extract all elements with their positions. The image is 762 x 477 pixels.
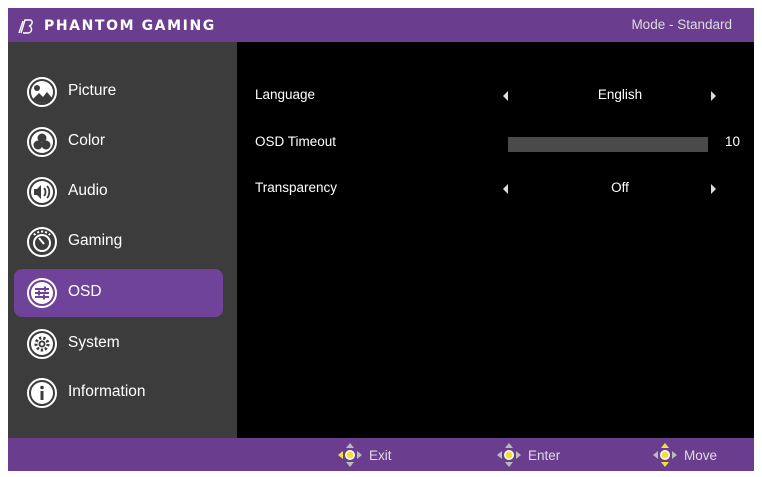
sidebar-item-osd[interactable]: OSD [14, 269, 223, 317]
osd-timeout-label: OSD Timeout [255, 134, 337, 149]
gear-icon [27, 329, 57, 359]
top-bar: PHANTOM GAMING Mode - Standard [8, 8, 754, 42]
enter-label: Enter [528, 447, 561, 463]
exit-hint: Exit [337, 442, 392, 468]
sidebar-item-audio[interactable]: Audio [14, 168, 223, 216]
speaker-icon [27, 177, 57, 207]
transparency-row[interactable]: Transparency Off [255, 180, 745, 200]
osd-timeout-row[interactable]: OSD Timeout 10 [255, 134, 745, 154]
sidebar-item-gaming[interactable]: Gaming [14, 218, 223, 266]
enter-hint: Enter [496, 442, 560, 468]
sidebar-item-color[interactable]: Color [14, 118, 223, 166]
sidebar-item-information[interactable]: Information [14, 369, 223, 417]
joystick-icon [497, 443, 521, 467]
osd-timeout-slider[interactable] [508, 137, 708, 152]
phantom-gaming-logo-icon [18, 19, 33, 34]
sidebar: Picture Color Audio Gaming OSD System In… [8, 42, 237, 438]
sidebar-item-label: Audio [68, 182, 108, 199]
sidebar-item-label: System [68, 334, 120, 351]
move-hint: Move [652, 442, 717, 468]
settings-panel: Language English OSD Timeout 10 Transpar… [237, 42, 754, 438]
sliders-icon [27, 278, 57, 308]
sidebar-item-label: OSD [68, 283, 102, 300]
sidebar-item-label: Picture [68, 82, 117, 99]
picture-icon [27, 77, 57, 107]
arrow-right-icon[interactable] [711, 184, 716, 194]
sidebar-item-picture[interactable]: Picture [14, 68, 223, 116]
joystick-icon [338, 443, 362, 467]
language-label: Language [255, 87, 316, 102]
transparency-label: Transparency [255, 180, 338, 195]
sidebar-item-label: Information [68, 383, 146, 400]
move-label: Move [684, 447, 718, 463]
gaming-icon [27, 227, 57, 257]
arrow-left-icon[interactable] [503, 91, 508, 101]
info-icon [27, 378, 57, 408]
exit-label: Exit [369, 447, 392, 463]
arrow-left-icon[interactable] [503, 184, 508, 194]
sidebar-item-label: Gaming [68, 232, 123, 249]
osd-menu: PHANTOM GAMING Mode - Standard Picture C… [8, 8, 754, 471]
mode-indicator: Mode - Standard [631, 17, 732, 32]
bottom-bar: Exit Enter Move [8, 438, 754, 471]
transparency-value: Off [611, 180, 629, 195]
osd-timeout-value: 10 [725, 134, 741, 149]
brand-name: PHANTOM GAMING [44, 18, 216, 34]
language-row[interactable]: Language English [255, 87, 745, 107]
osd-timeout-slider-fill [508, 137, 708, 152]
language-value: English [597, 87, 643, 102]
sidebar-item-label: Color [68, 132, 106, 149]
arrow-right-icon[interactable] [711, 91, 716, 101]
color-icon [27, 127, 57, 157]
brand: PHANTOM GAMING [18, 16, 216, 36]
joystick-icon [653, 443, 677, 467]
sidebar-item-system[interactable]: System [14, 320, 223, 368]
